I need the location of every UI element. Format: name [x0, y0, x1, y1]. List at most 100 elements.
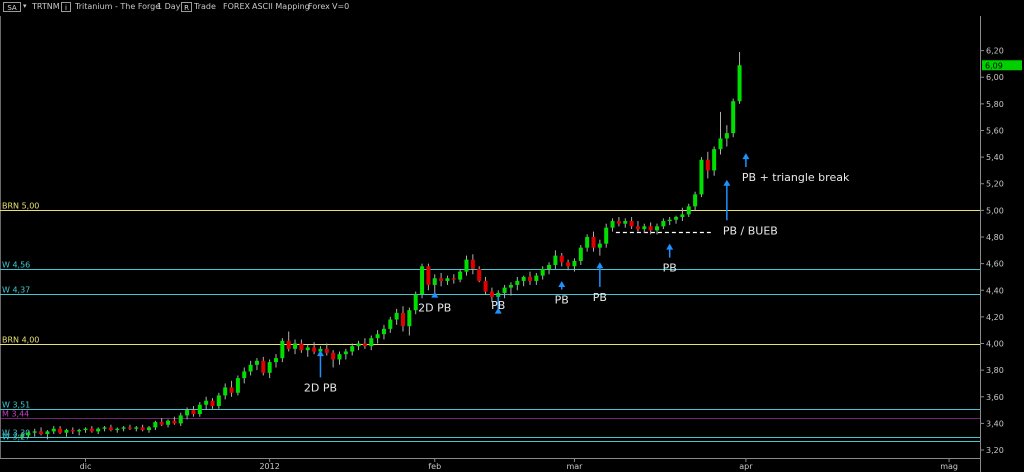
candle: [712, 146, 717, 176]
candle-body: [375, 334, 380, 339]
candle: [426, 263, 431, 291]
candle: [280, 338, 285, 363]
candle-body: [477, 268, 482, 281]
annotation-arrow-head: [558, 280, 566, 287]
y-tick-label: 5,60: [986, 126, 1004, 135]
candle: [102, 426, 107, 432]
candle: [591, 231, 596, 252]
candle: [629, 217, 634, 230]
candle-body: [521, 276, 526, 281]
candle-body: [693, 194, 698, 207]
candlestick-chart[interactable]: BRN 5,00 W 4,56 W 4,37 BRN 4,00 W 3,51M 3,44…: [0, 0, 1024, 472]
candle-body: [32, 431, 37, 433]
candle-body: [686, 206, 691, 215]
candle: [242, 367, 247, 384]
candle: [159, 418, 164, 427]
candle: [362, 338, 367, 349]
y-tick-label: 4,20: [986, 313, 1004, 322]
candle-body: [77, 430, 82, 432]
candle: [642, 223, 647, 234]
candle: [737, 51, 742, 104]
candle: [350, 343, 355, 356]
candle: [204, 396, 209, 411]
annotation-arrow-head: [596, 262, 604, 269]
x-tick-label: mar: [566, 462, 583, 471]
candle-body: [134, 427, 139, 429]
price-axis[interactable]: 6,20 6,00 5,80 5,60 5,40 5,20 5,00 4,80 4,60 4,40…: [980, 47, 1022, 455]
candle-body: [64, 430, 69, 433]
candle-body: [337, 354, 342, 360]
candle-body: [401, 312, 405, 327]
candle: [445, 275, 450, 285]
candle: [407, 307, 412, 336]
candle: [134, 426, 139, 432]
candle-body: [39, 431, 44, 435]
candle: [515, 276, 520, 291]
candle: [261, 356, 266, 376]
candle-body: [718, 138, 723, 150]
level-label-4: W 3,51: [2, 401, 30, 410]
candle-body: [254, 360, 259, 365]
candle: [77, 428, 82, 436]
candle: [534, 272, 539, 285]
annotation-arrow-head: [742, 153, 750, 160]
candle: [324, 343, 329, 356]
candle: [528, 271, 532, 285]
candle-body: [45, 431, 50, 435]
candle-body: [413, 294, 418, 311]
candle: [470, 254, 475, 275]
candle: [661, 218, 666, 230]
candle: [731, 98, 736, 138]
candle-body: [369, 338, 374, 347]
candle-body: [610, 221, 615, 228]
level-label-2: W 4,37: [2, 286, 30, 295]
candle-body: [616, 221, 621, 224]
candle-body: [502, 287, 507, 293]
candle: [724, 125, 729, 147]
candle-body: [705, 159, 710, 171]
candle-body: [83, 428, 88, 431]
time-axis[interactable]: dic 2012 feb mar apr mag: [80, 458, 958, 471]
candle-body: [267, 362, 272, 373]
candle: [674, 215, 679, 224]
candle: [540, 266, 545, 280]
candle: [553, 250, 558, 269]
candle: [83, 427, 88, 433]
candle: [578, 244, 583, 265]
candle: [369, 335, 374, 351]
annotation-arrow-head: [723, 179, 731, 186]
candle: [312, 342, 317, 355]
candle-body: [445, 278, 450, 281]
candle: [140, 424, 145, 432]
level-label-5: M 3,44: [2, 410, 29, 419]
candle: [96, 427, 101, 435]
candle-body: [305, 347, 310, 351]
candle-body: [185, 410, 190, 416]
candle-body: [223, 387, 228, 396]
candle: [680, 207, 685, 222]
y-tick-label: 4,40: [986, 286, 1004, 295]
candle-body: [489, 291, 494, 297]
candle: [693, 191, 698, 211]
candle: [331, 350, 336, 368]
y-tick-label: 6,20: [986, 47, 1004, 56]
candle: [127, 424, 132, 431]
candle-body: [597, 243, 602, 248]
candle: [356, 340, 361, 351]
annotation-text: 2D PB: [304, 381, 337, 394]
candle: [616, 217, 621, 227]
candle-body: [362, 343, 367, 347]
candle: [337, 351, 342, 365]
annotation-text: PB / BUEB: [723, 224, 778, 237]
candle: [521, 275, 526, 287]
annotation-arrow-head: [666, 243, 674, 250]
annotation-2: PB: [491, 294, 505, 314]
x-tick-label: feb: [428, 462, 441, 471]
candle-body: [699, 159, 704, 195]
candle: [121, 426, 126, 432]
annotation-3: PB: [555, 280, 569, 307]
candle-body: [324, 348, 329, 353]
candle-body: [51, 428, 56, 432]
candle-body: [26, 432, 31, 436]
x-tick-label: apr: [739, 462, 753, 471]
